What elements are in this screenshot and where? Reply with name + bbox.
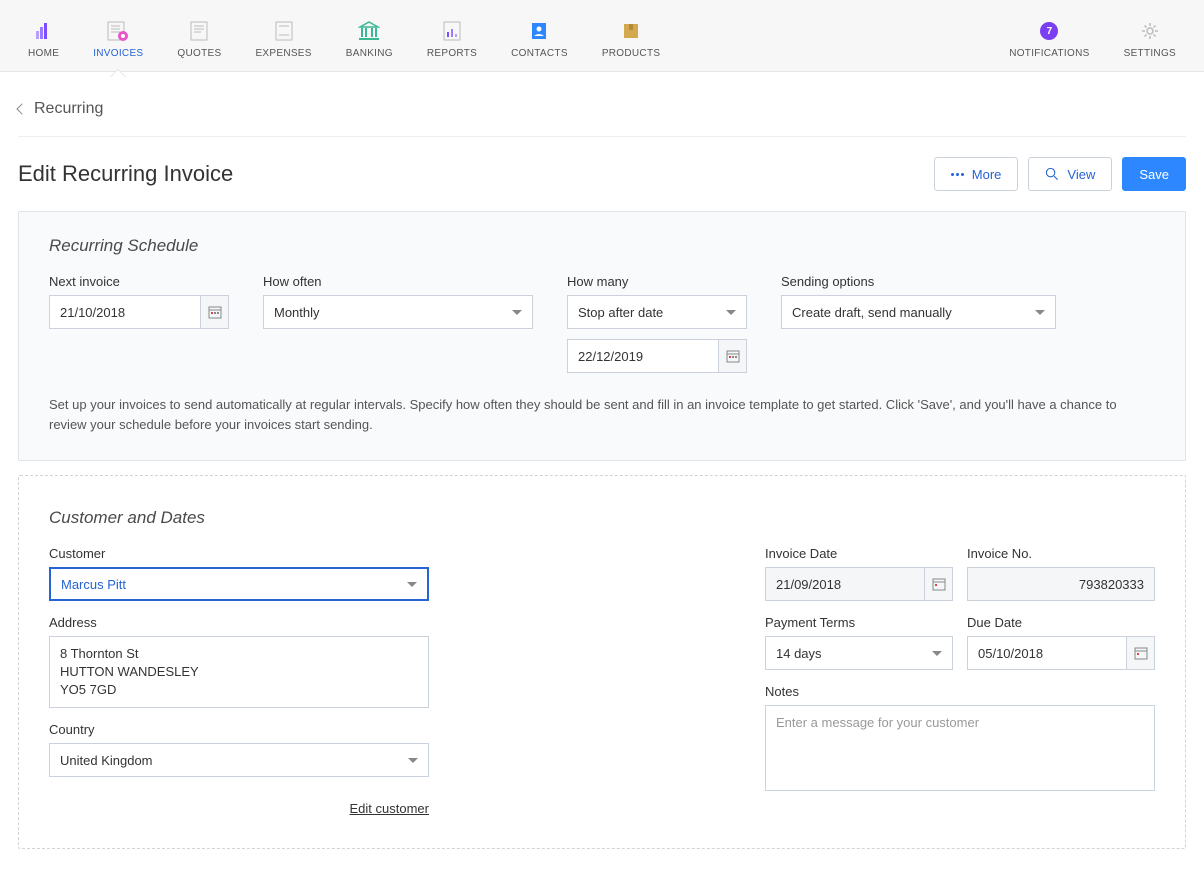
invoice-date-input[interactable]: 21/09/2018 [765, 567, 953, 601]
edit-customer-link[interactable]: Edit customer [350, 801, 429, 816]
nav-invoices[interactable]: INVOICES [85, 16, 151, 63]
home-icon [34, 20, 54, 42]
more-button[interactable]: More [934, 157, 1019, 191]
label-address: Address [49, 615, 429, 630]
payment-terms-select[interactable]: 14 days [765, 636, 953, 670]
nav-reports[interactable]: REPORTS [419, 16, 485, 63]
products-icon [621, 20, 641, 42]
label-notes: Notes [765, 684, 1155, 699]
breadcrumb-text: Recurring [34, 100, 103, 118]
save-button[interactable]: Save [1122, 157, 1186, 191]
label-how-often: How often [263, 274, 533, 289]
section-title-customer: Customer and Dates [49, 508, 1155, 528]
breadcrumb-back[interactable]: Recurring [18, 92, 1186, 137]
due-date-input[interactable]: 05/10/2018 [967, 636, 1155, 670]
expenses-icon [274, 20, 294, 42]
schedule-help-text: Set up your invoices to send automatical… [49, 395, 1155, 434]
customer-select[interactable]: Marcus Pitt [49, 567, 429, 601]
dots-icon [951, 173, 964, 176]
label-next-invoice: Next invoice [49, 274, 229, 289]
notification-badge-icon: 7 [1040, 20, 1058, 42]
how-many-select[interactable]: Stop after date [567, 295, 747, 329]
chevron-down-icon [407, 582, 417, 587]
top-nav: HOME INVOICES QUOTES EXPENSES BANKING [0, 0, 1204, 72]
nav-quotes[interactable]: QUOTES [169, 16, 229, 63]
bank-icon [358, 20, 380, 42]
sending-options-select[interactable]: Create draft, send manually [781, 295, 1056, 329]
nav-label: QUOTES [177, 48, 221, 59]
nav-label: SETTINGS [1124, 48, 1176, 59]
nav-label: PRODUCTS [602, 48, 661, 59]
label-due: Due Date [967, 615, 1155, 630]
nav-contacts[interactable]: CONTACTS [503, 16, 576, 63]
view-button[interactable]: View [1028, 157, 1112, 191]
gear-icon [1140, 20, 1160, 42]
nav-banking[interactable]: BANKING [338, 16, 401, 63]
calendar-icon [924, 568, 952, 600]
page-title: Edit Recurring Invoice [18, 161, 233, 187]
label-terms: Payment Terms [765, 615, 953, 630]
invoice-no-input[interactable]: 793820333 [967, 567, 1155, 601]
how-often-select[interactable]: Monthly [263, 295, 533, 329]
nav-notifications[interactable]: 7 NOTIFICATIONS [1001, 16, 1097, 63]
calendar-icon [718, 340, 746, 372]
nav-label: REPORTS [427, 48, 477, 59]
nav-label: INVOICES [93, 48, 143, 59]
calendar-icon [1126, 637, 1154, 669]
panel-customer: Customer and Dates Customer Marcus Pitt … [18, 475, 1186, 849]
quote-icon [189, 20, 209, 42]
chevron-left-icon [16, 103, 27, 114]
address-textarea[interactable]: 8 Thornton St HUTTON WANDESLEY YO5 7GD [49, 636, 429, 708]
nav-label: HOME [28, 48, 59, 59]
nav-settings[interactable]: SETTINGS [1116, 16, 1184, 63]
chevron-down-icon [932, 651, 942, 656]
contacts-icon [529, 20, 549, 42]
label-invoice-no: Invoice No. [967, 546, 1155, 561]
nav-label: CONTACTS [511, 48, 568, 59]
nav-expenses[interactable]: EXPENSES [247, 16, 319, 63]
chevron-down-icon [408, 758, 418, 763]
nav-label: EXPENSES [255, 48, 311, 59]
label-customer: Customer [49, 546, 429, 561]
chevron-down-icon [726, 310, 736, 315]
next-invoice-date-input[interactable]: 21/10/2018 [49, 295, 229, 329]
country-select[interactable]: United Kingdom [49, 743, 429, 777]
label-invoice-date: Invoice Date [765, 546, 953, 561]
panel-schedule: Recurring Schedule Next invoice 21/10/20… [18, 211, 1186, 461]
notes-textarea[interactable]: Enter a message for your customer [765, 705, 1155, 791]
nav-label: NOTIFICATIONS [1009, 48, 1089, 59]
invoice-icon [107, 20, 129, 42]
section-title-schedule: Recurring Schedule [49, 236, 1155, 256]
calendar-icon [200, 296, 228, 328]
nav-home[interactable]: HOME [20, 16, 67, 63]
label-how-many: How many [567, 274, 747, 289]
reports-icon [442, 20, 462, 42]
label-sending: Sending options [781, 274, 1056, 289]
chevron-down-icon [512, 310, 522, 315]
nav-label: BANKING [346, 48, 393, 59]
nav-products[interactable]: PRODUCTS [594, 16, 669, 63]
magnifier-icon [1045, 167, 1059, 181]
chevron-down-icon [1035, 310, 1045, 315]
label-country: Country [49, 722, 429, 737]
stop-after-date-input[interactable]: 22/12/2019 [567, 339, 747, 373]
